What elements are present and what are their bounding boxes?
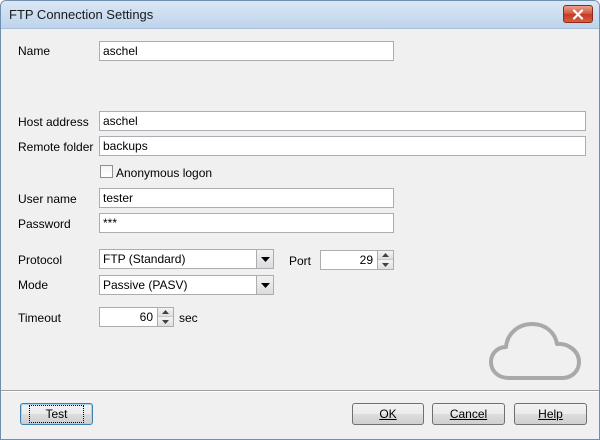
protocol-dropdown-arrow[interactable] [256, 250, 273, 268]
port-spinner[interactable]: 29 [320, 250, 394, 270]
chevron-up-icon [162, 310, 169, 314]
cancel-button-label: Cancel [449, 407, 488, 421]
anonymous-logon-checkbox[interactable] [100, 165, 113, 178]
host-address-label: Host address [18, 115, 89, 129]
chevron-down-icon [382, 262, 389, 267]
protocol-label: Protocol [18, 253, 63, 267]
port-label: Port [289, 254, 312, 268]
name-input[interactable]: aschel [99, 41, 394, 61]
protocol-value: FTP (Standard) [103, 252, 186, 266]
password-label: Password [18, 217, 71, 231]
test-button[interactable]: Test [20, 403, 93, 425]
cancel-button[interactable]: Cancel [432, 403, 505, 425]
test-button-label: Test [29, 405, 84, 423]
host-address-input[interactable]: aschel [99, 111, 586, 131]
footer-divider [1, 390, 599, 392]
timeout-spin-buttons [157, 308, 173, 326]
remote-folder-input[interactable]: backups [99, 136, 586, 156]
dialog-body: Name aschel Host address aschel Remote f… [1, 30, 599, 439]
ok-button[interactable]: OK [352, 403, 424, 425]
close-button[interactable] [563, 5, 593, 23]
cloud-icon [489, 322, 581, 380]
name-label: Name [18, 44, 51, 58]
ok-button-label: OK [379, 407, 397, 421]
port-decrement-button[interactable] [378, 260, 393, 269]
timeout-label: Timeout [18, 311, 61, 325]
mode-dropdown-arrow[interactable] [256, 276, 273, 294]
help-button-label: Help [538, 407, 563, 421]
ftp-settings-dialog: FTP Connection Settings Name aschel Host… [0, 0, 600, 440]
port-value: 29 [359, 253, 373, 267]
help-button[interactable]: Help [514, 403, 587, 425]
mode-label: Mode [18, 278, 49, 292]
mode-dropdown[interactable]: Passive (PASV) [99, 275, 274, 295]
port-increment-button[interactable] [378, 251, 393, 260]
protocol-dropdown[interactable]: FTP (Standard) [99, 249, 274, 269]
title-bar[interactable]: FTP Connection Settings [1, 1, 599, 29]
mode-value: Passive (PASV) [103, 278, 188, 292]
anonymous-logon-label[interactable]: Anonymous logon [116, 166, 212, 180]
close-icon [572, 8, 584, 20]
timeout-value: 60 [139, 310, 153, 324]
chevron-down-icon [162, 319, 169, 324]
timeout-spinner[interactable]: 60 [99, 307, 174, 327]
port-spin-buttons [377, 251, 393, 269]
remote-folder-label: Remote folder [18, 140, 94, 154]
chevron-up-icon [382, 253, 389, 257]
timeout-increment-button[interactable] [158, 308, 173, 317]
user-name-input[interactable]: tester [99, 188, 394, 208]
timeout-decrement-button[interactable] [158, 317, 173, 326]
timeout-unit-label: sec [179, 311, 198, 325]
user-name-label: User name [18, 192, 77, 206]
password-input[interactable]: *** [99, 213, 394, 233]
window-title: FTP Connection Settings [9, 7, 154, 22]
chevron-down-icon [260, 282, 270, 288]
chevron-down-icon [260, 256, 270, 262]
